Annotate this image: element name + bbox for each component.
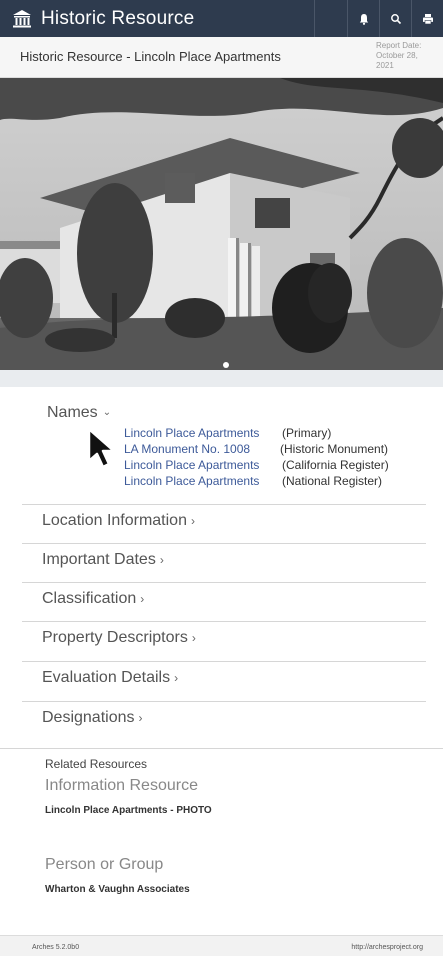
search-icon: [390, 13, 401, 24]
footer: Arches 5.2.0b0 http://archesproject.org: [0, 935, 443, 956]
app-header: Historic Resource: [0, 0, 443, 37]
chevron-right-icon: ›: [159, 553, 164, 567]
chevron-right-icon: ›: [190, 514, 195, 528]
app-title: Historic Resource: [41, 7, 195, 29]
chevron-right-icon: ›: [140, 592, 145, 606]
name-link[interactable]: LA Monument No. 1008: [124, 441, 250, 457]
project-link[interactable]: http://archesproject.org: [351, 944, 423, 951]
name-type: (National Register): [282, 474, 383, 488]
search-button[interactable]: [379, 0, 411, 37]
building-photo: [0, 78, 443, 370]
section-label: Evaluation Details: [42, 669, 171, 686]
section-label: Classification: [42, 590, 137, 607]
mouse-cursor-icon: [87, 427, 116, 469]
resource-title: Historic Resource - Lincoln Place Apartm…: [20, 49, 281, 64]
carousel-dot[interactable]: [223, 362, 229, 368]
photo-footer-band: [0, 370, 443, 387]
divider: [0, 748, 443, 749]
related-item[interactable]: Wharton & Vaughn Associates: [45, 884, 190, 895]
spacer-button[interactable]: [314, 0, 347, 37]
section-label: Important Dates: [42, 551, 156, 568]
name-link[interactable]: Lincoln Place Apartments: [124, 457, 259, 473]
print-icon: [422, 13, 433, 24]
section-label: Property Descriptors: [42, 629, 188, 646]
section-evaluation-details[interactable]: Evaluation Details ›: [22, 661, 426, 701]
name-link[interactable]: Lincoln Place Apartments: [124, 473, 259, 489]
section-property-descriptors[interactable]: Property Descriptors ›: [22, 621, 426, 661]
names-label: Names: [47, 404, 98, 421]
chevron-right-icon: ›: [138, 711, 143, 725]
brand[interactable]: Historic Resource: [0, 0, 314, 37]
related-type: Information Resource: [45, 777, 198, 794]
section-location-information[interactable]: Location Information ›: [22, 504, 426, 544]
notifications-button[interactable]: [347, 0, 379, 37]
institution-icon: [13, 9, 31, 27]
name-type: (California Register): [282, 458, 389, 472]
section-designations[interactable]: Designations ›: [22, 701, 426, 741]
section-important-dates[interactable]: Important Dates ›: [22, 543, 426, 583]
bell-icon: [359, 13, 368, 25]
chevron-right-icon: ›: [174, 671, 179, 685]
related-resources-title: Related Resources: [45, 757, 148, 771]
resource-title-bar: Historic Resource - Lincoln Place Apartm…: [0, 37, 443, 78]
name-link[interactable]: Lincoln Place Apartments: [124, 425, 259, 441]
section-label: Location Information: [42, 512, 187, 529]
version-label: Arches 5.2.0b0: [32, 944, 80, 951]
resource-photo[interactable]: [0, 78, 443, 370]
related-type: Person or Group: [45, 856, 164, 873]
print-button[interactable]: [411, 0, 443, 37]
name-type: (Historic Monument): [280, 442, 389, 456]
names-toggle[interactable]: Names ⌄: [47, 404, 111, 422]
name-type: (Primary): [282, 426, 332, 440]
chevron-down-icon: ⌄: [102, 407, 112, 418]
related-item[interactable]: Lincoln Place Apartments - PHOTO: [45, 805, 212, 816]
section-label: Designations: [42, 709, 135, 726]
report-date: Report Date: October 28, 2021: [376, 41, 422, 70]
chevron-right-icon: ›: [191, 631, 196, 645]
section-classification[interactable]: Classification ›: [22, 582, 426, 622]
